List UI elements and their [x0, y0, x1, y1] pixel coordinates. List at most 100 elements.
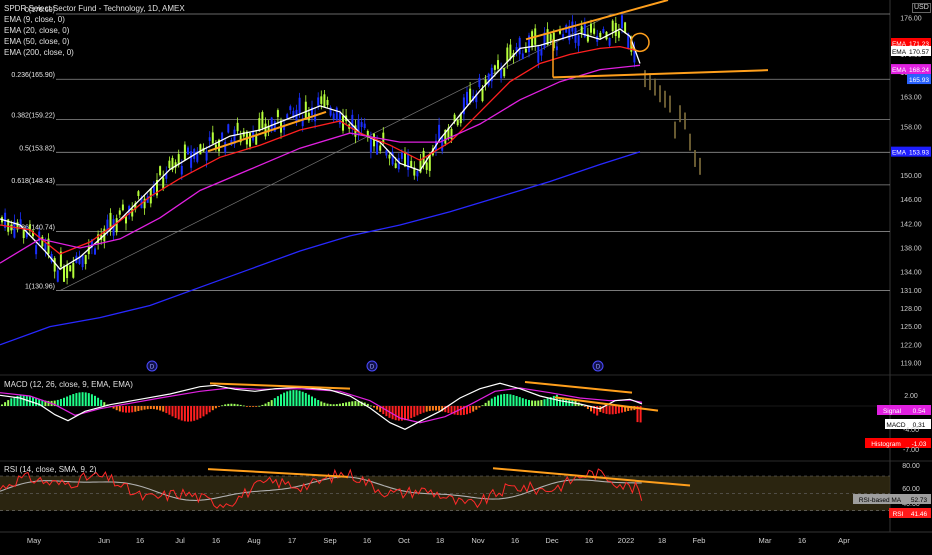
- projected-bar: [674, 121, 676, 139]
- candle-body: [351, 114, 354, 129]
- candle-body: [500, 68, 503, 79]
- macd-hist-bar: [394, 406, 397, 421]
- candle-body: [611, 20, 614, 32]
- macd-hist-bar: [466, 406, 468, 415]
- candle-body: [540, 49, 543, 56]
- time-tick-label: Oct: [398, 536, 411, 545]
- candle-body: [121, 204, 124, 211]
- macd-hist-bar: [425, 406, 428, 412]
- macd-hist-bar: [376, 406, 379, 410]
- macd-hist-bar: [413, 406, 416, 417]
- macd-hist-bar: [190, 406, 193, 422]
- highlight-circle: [630, 32, 650, 53]
- candle-body: [363, 123, 366, 129]
- dividend-marker-label: D: [370, 365, 375, 371]
- candle-body: [366, 130, 369, 136]
- dividend-marker-label: D: [150, 365, 155, 371]
- candle-body: [183, 144, 186, 160]
- value-tag-label: 168.24: [909, 67, 929, 74]
- candle-body: [35, 245, 38, 255]
- currency-label[interactable]: USD: [912, 3, 931, 13]
- legend-ema-200[interactable]: EMA (200, close, 0): [4, 47, 185, 58]
- macd-hist-bar: [19, 395, 22, 406]
- rsi-tick-label: 60.00: [902, 486, 920, 493]
- macd-hist-bar: [171, 406, 174, 417]
- candle-body: [22, 230, 25, 239]
- macd-hist-bar: [152, 406, 155, 410]
- macd-legend[interactable]: MACD (12, 26, close, 9, EMA, EMA): [4, 380, 133, 389]
- macd-hist-bar: [59, 398, 62, 406]
- candle-body: [590, 23, 592, 33]
- macd-hist-bar: [177, 406, 180, 420]
- candle-body: [199, 144, 202, 155]
- macd-hist-bar: [87, 393, 90, 406]
- macd-hist-bar: [617, 406, 620, 414]
- candle-body: [227, 124, 230, 133]
- candle-body: [425, 162, 428, 170]
- macd-hist-bar: [391, 406, 394, 420]
- macd-value-label: 0.54: [913, 408, 926, 415]
- candle-body: [580, 26, 583, 34]
- macd-hist-bar: [137, 406, 140, 412]
- price-tick-label: 138.00: [900, 246, 922, 253]
- time-tick-label: 2022: [618, 536, 635, 545]
- macd-hist-bar: [475, 406, 478, 410]
- macd-hist-bar: [382, 406, 385, 415]
- candle-body: [614, 22, 617, 36]
- candle-body: [270, 117, 273, 130]
- candle-body: [255, 135, 258, 145]
- time-tick-label: Jul: [175, 536, 185, 545]
- ema-line-0: [0, 28, 641, 271]
- candle-body: [599, 32, 602, 38]
- candle-body: [577, 35, 580, 46]
- time-tick-label: Feb: [693, 536, 706, 545]
- candle-body: [503, 67, 506, 77]
- price-tick-label: 142.00: [900, 221, 922, 228]
- macd-hist-bar: [335, 404, 338, 406]
- macd-hist-bar: [118, 406, 121, 412]
- macd-hist-bar: [286, 391, 289, 406]
- candle-body: [360, 122, 363, 127]
- time-tick-label: 16: [585, 536, 593, 545]
- macd-hist-bar: [56, 399, 59, 406]
- macd-hist-bar: [208, 406, 211, 413]
- macd-hist-bar: [348, 401, 351, 406]
- candle-body: [617, 31, 620, 38]
- candle-body: [276, 110, 279, 118]
- macd-hist-bar: [326, 403, 329, 406]
- macd-hist-bar: [211, 406, 214, 411]
- ema-tag-label: EMA: [892, 67, 907, 74]
- time-tick-label: 16: [363, 536, 371, 545]
- macd-hist-bar: [66, 396, 69, 406]
- candle-body: [320, 96, 323, 104]
- macd-hist-bar: [205, 406, 208, 415]
- macd-hist-bar: [100, 399, 103, 406]
- time-tick-label: Nov: [471, 536, 485, 545]
- candle-body: [416, 170, 419, 177]
- projected-bar: [664, 90, 666, 108]
- rsi-legend[interactable]: RSI (14, close, SMA, 9, 2): [4, 465, 96, 474]
- legend-ema-9[interactable]: EMA (9, close, 0): [4, 14, 185, 25]
- macd-hist-bar: [552, 395, 555, 406]
- macd-tick-label: 2.00: [904, 393, 918, 400]
- macd-hist-bar: [128, 406, 131, 413]
- macd-hist-bar: [230, 403, 233, 406]
- legend-ema-20[interactable]: EMA (20, close, 0): [4, 25, 185, 36]
- macd-hist-bar: [447, 406, 450, 413]
- macd-hist-bar: [255, 406, 258, 407]
- candle-body: [602, 28, 605, 33]
- candle-body: [187, 147, 189, 155]
- macd-hist-bar: [227, 403, 230, 406]
- time-tick-label: 16: [798, 536, 806, 545]
- macd-hist-bar: [354, 401, 357, 406]
- macd-hist-bar: [233, 403, 236, 406]
- chart-svg[interactable]: 0(176.69)0.236(165.90)0.382(159.22)0.5(1…: [0, 0, 932, 550]
- macd-hist-bar: [481, 405, 484, 407]
- legend-ema-50[interactable]: EMA (50, close, 0): [4, 36, 185, 47]
- macd-hist-bar: [345, 402, 348, 406]
- macd-hist-bar: [323, 402, 326, 406]
- price-tick-label: 146.00: [900, 197, 922, 204]
- time-tick-label: 18: [658, 536, 666, 545]
- candle-body: [208, 137, 211, 141]
- price-tick-label: 134.00: [900, 270, 922, 277]
